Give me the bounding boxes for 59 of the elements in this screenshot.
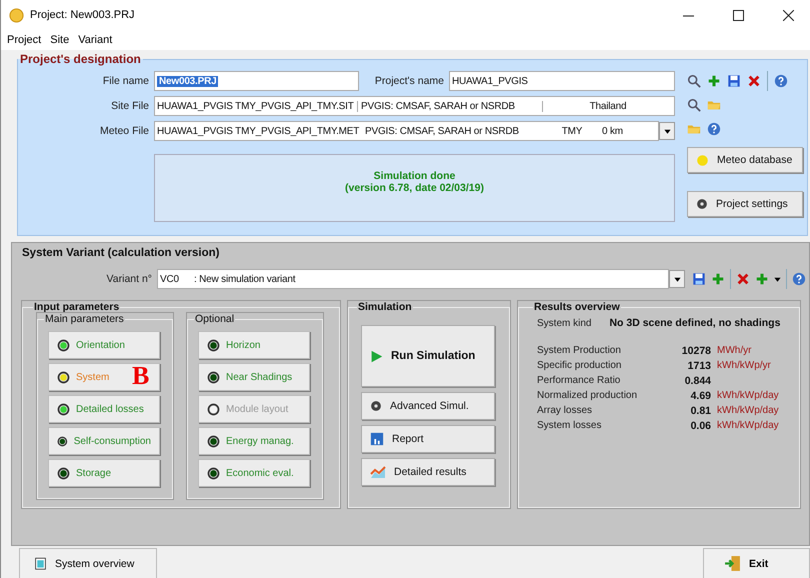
meteo-file-field[interactable]: HUAWA1_PVGIS TMY_PVGIS_API_TMY.MET PVGIS: CMSAF, SARAH or NSRDB TMY 0 km [154, 121, 659, 141]
result-label: Performance Ratio [537, 375, 622, 386]
result-unit: kWh/kWp/day [717, 405, 780, 416]
simulation-button[interactable]: Detailed results [361, 458, 495, 486]
result-value: 0.81 [690, 404, 712, 416]
project-name-field[interactable]: HUAWA1_PVGIS [449, 71, 675, 91]
parameter-button[interactable]: Economic eval. [198, 459, 310, 487]
meteo-database-button[interactable]: Meteo database [687, 147, 803, 173]
run-simulation-button[interactable]: Run Simulation [361, 325, 495, 387]
field-label: Site File [110, 100, 150, 112]
field-label: Variant n° [106, 273, 153, 285]
parameter-button[interactable]: Horizon [198, 331, 310, 359]
site-file-field[interactable]: HUAWA1_PVGIS TMY_PVGIS_API_TMY.SIT PVGIS: CMSAF, SARAH or NSRDB Thailand [154, 96, 675, 116]
result-value: 10278 [680, 344, 712, 356]
group-title: Input parameters [33, 301, 120, 313]
menu-item[interactable]: Variant [78, 34, 112, 46]
result-value: 1713 [686, 360, 712, 372]
result-label: System Production [537, 345, 622, 356]
annotation-letter: B [132, 360, 150, 392]
simulation-button[interactable]: Advanced Simul. [361, 392, 495, 420]
result-value: No 3D scene defined, no shadings [609, 317, 780, 329]
field-label: Meteo File [98, 125, 150, 137]
system-overview-button[interactable]: System overview [19, 548, 157, 578]
result-unit: kWh/kWp/yr [717, 360, 772, 371]
menu-item[interactable]: Site [50, 34, 70, 46]
result-label: System losses [537, 420, 602, 431]
status-text: Simulation done [374, 170, 456, 182]
parameter-button[interactable]: Self-consumption [48, 427, 160, 455]
field-label: Project's name [374, 75, 445, 87]
parameter-button[interactable]: Storage [48, 459, 160, 487]
result-label: Normalized production [537, 390, 638, 401]
result-label: Array losses [537, 405, 594, 416]
result-unit: MWh/yr [717, 345, 752, 356]
section-title: System Variant (calculation version) [22, 247, 220, 259]
status-text: (version 6.78, date 02/03/19) [345, 182, 484, 194]
result-value: 0.844 [684, 374, 712, 386]
variant-field[interactable]: VC0 : New simulation variant [157, 269, 669, 289]
result-value: 0.06 [690, 420, 712, 432]
project-settings-button[interactable]: Project settings [687, 191, 803, 217]
group-title: Optional [194, 313, 236, 325]
section-title: Project's designation [19, 52, 142, 66]
result-unit: kWh/kWp/day [717, 420, 780, 431]
result-value: 4.69 [690, 390, 712, 402]
group-title: Main parameters [44, 313, 125, 325]
parameter-button[interactable]: Near Shadings [198, 363, 310, 391]
result-label: Specific production [537, 360, 622, 371]
window-title: Project: New003.PRJ [30, 9, 136, 21]
group-title: Simulation [357, 301, 413, 313]
menu-item[interactable]: Project [7, 34, 42, 46]
field-label: File name [102, 75, 150, 87]
exit-button[interactable]: Exit [703, 548, 810, 578]
file-name-field[interactable]: New003.PRJ [154, 71, 359, 91]
parameter-button[interactable]: Energy manag. [198, 427, 310, 455]
simulation-button[interactable]: Report [361, 425, 495, 453]
group-title: Results overview [533, 301, 621, 313]
result-unit: kWh/kWp/day [717, 390, 780, 401]
parameter-button[interactable]: Orientation [48, 331, 160, 359]
parameter-button[interactable]: Detailed losses [48, 395, 160, 423]
result-label: System kind [537, 318, 592, 328]
